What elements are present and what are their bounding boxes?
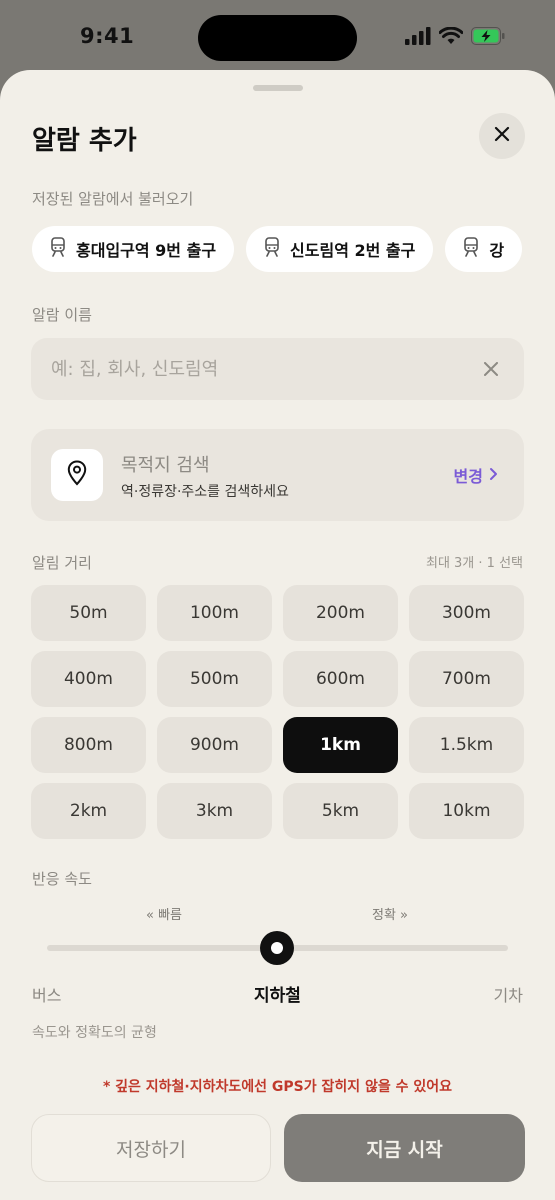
distance-option[interactable]: 1km: [283, 717, 398, 773]
distance-option[interactable]: 100m: [157, 585, 272, 641]
distance-option[interactable]: 50m: [31, 585, 146, 641]
train-icon: [463, 237, 479, 261]
distance-option[interactable]: 200m: [283, 585, 398, 641]
alarm-name-field: [31, 338, 524, 400]
speed-description: 속도와 정확도의 균형: [32, 1025, 157, 1041]
alarm-distance-label: 알림 거리: [32, 554, 92, 572]
dynamic-island: [198, 15, 357, 61]
saved-alarm-chips: 홍대입구역 9번 출구 신도림역 2번 출구 강: [32, 226, 555, 272]
saved-alarms-label: 저장된 알람에서 불러오기: [32, 190, 194, 208]
distance-option[interactable]: 10km: [409, 783, 524, 839]
add-alarm-sheet: 알람 추가 저장된 알람에서 불러오기 홍대입구역 9번 출구 신도림역 2번 …: [0, 70, 555, 1200]
destination-search-card[interactable]: 목적지 검색 역·정류장·주소를 검색하세요 변경: [31, 429, 524, 521]
distance-option[interactable]: 2km: [31, 783, 146, 839]
destination-subtitle: 역·정류장·주소를 검색하세요: [121, 484, 289, 500]
mode-label-train[interactable]: 기차: [494, 982, 523, 1006]
distance-option[interactable]: 900m: [157, 717, 272, 773]
close-button[interactable]: [479, 113, 525, 159]
distance-option[interactable]: 300m: [409, 585, 524, 641]
distance-option[interactable]: 800m: [31, 717, 146, 773]
distance-option[interactable]: 1.5km: [409, 717, 524, 773]
start-now-button[interactable]: 지금 시작: [284, 1114, 525, 1182]
save-button[interactable]: 저장하기: [31, 1114, 271, 1182]
saved-alarm-chip-label: 강: [489, 241, 505, 260]
train-icon: [50, 237, 66, 261]
distance-option[interactable]: 600m: [283, 651, 398, 707]
distance-limit-label: 최대 3개 · 1 선택: [425, 556, 523, 571]
distance-option[interactable]: 5km: [283, 783, 398, 839]
mode-label-bus[interactable]: 버스: [32, 982, 61, 1006]
saved-alarm-chip[interactable]: 홍대입구역 9번 출구: [32, 226, 235, 272]
train-icon: [264, 237, 280, 261]
saved-alarm-chip-label: 홍대입구역 9번 출구: [76, 241, 217, 260]
distance-option[interactable]: 3km: [157, 783, 272, 839]
sheet-grabber[interactable]: [253, 85, 303, 91]
wifi-icon: [438, 26, 464, 49]
gps-warning: * 깊은 지하철·지하차도에선 GPS가 잡히지 않을 수 있어요: [102, 1079, 453, 1095]
mode-label-subway[interactable]: 지하철: [254, 981, 301, 1006]
change-destination-label: 변경: [453, 467, 483, 486]
status-time: 9:41: [80, 24, 135, 48]
map-pin-icon: [67, 460, 87, 490]
status-bar: 9:41: [0, 0, 555, 76]
distance-option[interactable]: 700m: [409, 651, 524, 707]
status-icons: [405, 26, 505, 49]
saved-alarm-chip[interactable]: 강: [445, 226, 523, 272]
destination-title: 목적지 검색: [121, 455, 210, 476]
alarm-name-input[interactable]: [51, 338, 471, 400]
response-speed-label: 반응 속도: [32, 870, 92, 888]
distance-option[interactable]: 500m: [157, 651, 272, 707]
sheet-title: 알람 추가: [32, 126, 137, 156]
close-icon: [494, 126, 510, 146]
change-destination-button[interactable]: 변경: [454, 463, 498, 487]
destination-icon-box: [51, 449, 103, 501]
distance-options-grid: 50m 100m 200m 300m 400m 500m 600m 700m 8…: [31, 585, 524, 839]
saved-alarm-chip-label: 신도림역 2번 출구: [290, 241, 416, 260]
speed-slider-knob[interactable]: [260, 931, 294, 965]
slider-knob-dot: [271, 942, 283, 954]
distance-option[interactable]: 400m: [31, 651, 146, 707]
speed-hint-accurate: 정확 »: [372, 908, 409, 923]
cellular-signal-icon: [405, 27, 431, 49]
alarm-name-label: 알람 이름: [32, 306, 92, 324]
saved-alarm-chip[interactable]: 신도림역 2번 출구: [246, 226, 434, 272]
speed-hint-fast: « 빠름: [146, 908, 183, 923]
battery-charging-icon: [471, 27, 505, 49]
chevron-right-icon: [489, 466, 498, 485]
clear-input-icon[interactable]: [480, 358, 502, 380]
